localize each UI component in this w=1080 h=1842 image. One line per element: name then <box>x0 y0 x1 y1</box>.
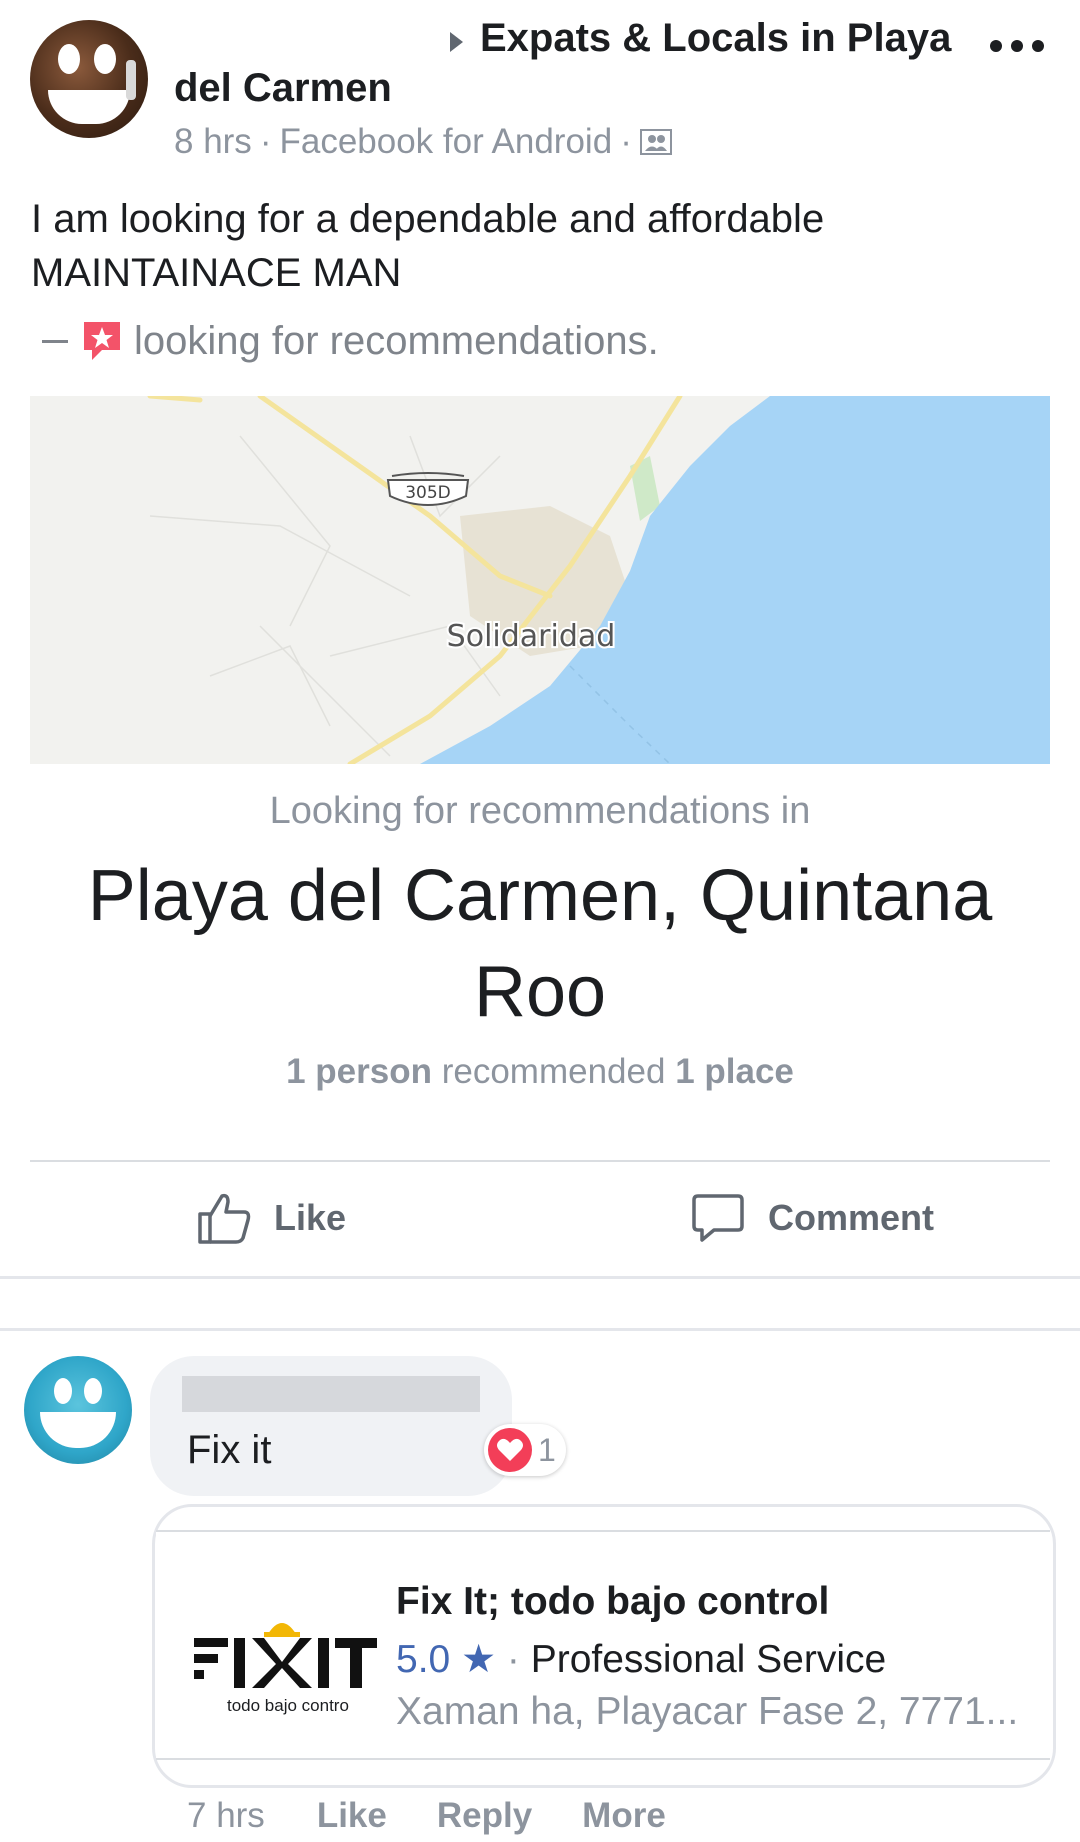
heart-icon <box>488 1428 532 1472</box>
places-count: 1 place <box>675 1052 794 1091</box>
reaction-summary[interactable]: 1 <box>484 1424 566 1476</box>
comment-label: Comment <box>768 1197 935 1238</box>
page-rating-line: 5.0 ★ · Professional Service <box>396 1637 886 1682</box>
like-button[interactable]: Like <box>196 1186 346 1250</box>
post-text: I am looking for a dependable and afford… <box>31 192 1031 300</box>
post-text-line: MAINTAINACE MAN <box>31 251 402 295</box>
author-avatar[interactable] <box>30 20 148 138</box>
comment-actions: 7 hrs Like Reply More <box>187 1796 716 1836</box>
divider <box>0 1328 1080 1331</box>
logo-tagline: todo bajo contro <box>227 1696 349 1715</box>
comment-time: 7 hrs <box>187 1796 265 1835</box>
place-name-line: Playa del Carmen, Quintana <box>87 856 993 936</box>
meta-separator: · <box>259 122 272 161</box>
post-meta: 8 hrs · Facebook for Android · <box>174 122 672 162</box>
meta-separator: · <box>620 122 632 161</box>
redacted-commenter-name <box>182 1376 480 1412</box>
post-source: Facebook for Android <box>279 122 613 161</box>
recommendations-in-label: Looking for recommendations in <box>269 790 811 832</box>
place-name[interactable]: Playa del Carmen, Quintana Roo <box>60 848 1020 1040</box>
reaction-count: 1 <box>538 1431 556 1468</box>
activity-text: looking for recommendations. <box>134 318 659 363</box>
rating-value: 5.0 <box>396 1638 451 1681</box>
commenter-avatar[interactable] <box>24 1356 132 1464</box>
page-address: Xaman ha, Playacar Fase 2, 7771... <box>396 1690 1019 1733</box>
thumbs-up-icon <box>198 1193 251 1244</box>
recommended-label: recommended <box>441 1052 666 1091</box>
comment-like-button[interactable]: Like <box>317 1796 387 1836</box>
comment-reply-button[interactable]: Reply <box>437 1796 532 1836</box>
comment-button[interactable]: Comment <box>690 1186 934 1250</box>
page-title[interactable]: Fix It; todo bajo control <box>396 1580 829 1624</box>
post-text-line: I am looking for a dependable and afford… <box>31 197 825 241</box>
place-name-line: Roo <box>473 952 607 1032</box>
dash-divider <box>42 339 68 343</box>
location-map[interactable]: 305D Solidaridad <box>30 396 1050 764</box>
map-place-label: Solidaridad <box>447 619 616 654</box>
highway-label: 305D <box>405 483 451 503</box>
divider <box>0 1276 1080 1279</box>
speech-bubble-icon <box>692 1194 744 1242</box>
recommendation-count[interactable]: 1 person recommended 1 place <box>0 1052 1080 1092</box>
comment-text: Fix it <box>187 1428 272 1472</box>
caret-right-icon <box>450 32 463 52</box>
star-icon: ★ <box>461 1638 497 1681</box>
meta-separator: · <box>506 1638 520 1681</box>
like-label: Like <box>274 1197 347 1238</box>
comment-more-button[interactable]: More <box>582 1796 666 1836</box>
divider <box>30 1160 1050 1162</box>
post-time[interactable]: 8 hrs <box>174 122 252 162</box>
author-name-link[interactable]: del Carmen <box>174 66 392 111</box>
post-activity: looking for recommendations. <box>42 318 659 364</box>
recommendation-star-icon <box>84 322 120 360</box>
people-count: 1 person <box>286 1052 432 1091</box>
more-dots-icon[interactable] <box>990 40 1044 56</box>
group-privacy-icon <box>639 129 672 155</box>
page-category: Professional Service <box>530 1638 887 1681</box>
group-name-link[interactable]: Expats & Locals in Playa <box>480 16 951 61</box>
